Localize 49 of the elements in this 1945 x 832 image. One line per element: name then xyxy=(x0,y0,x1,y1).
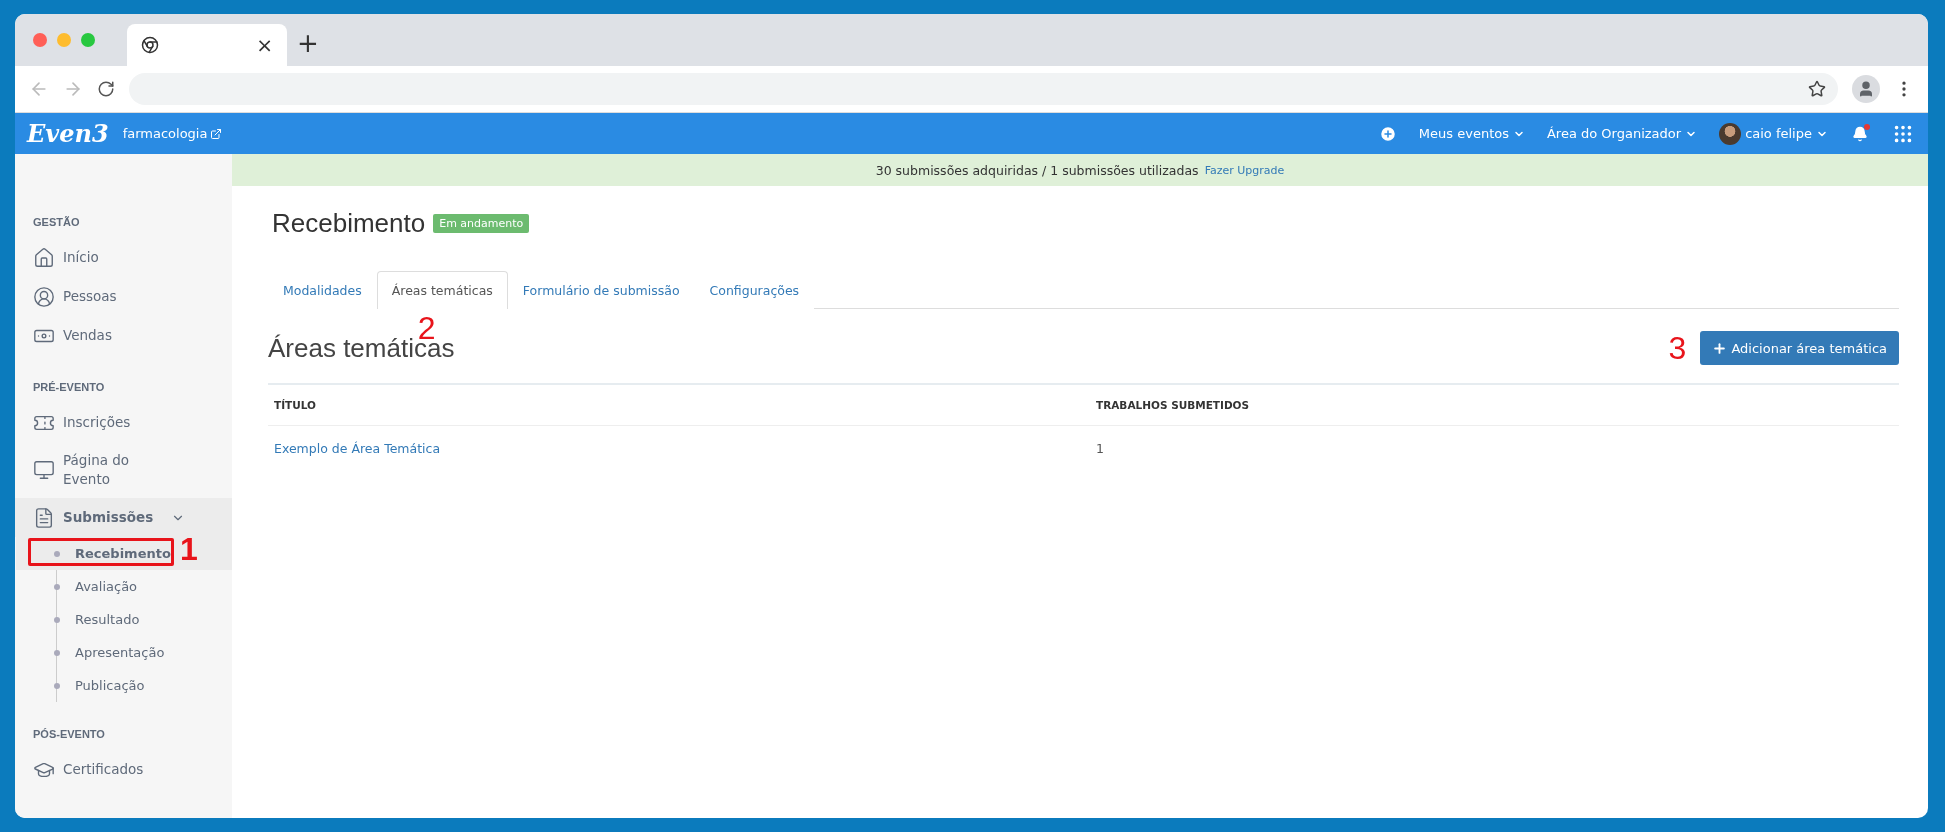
browser-logo-icon xyxy=(141,36,159,54)
user-menu[interactable]: caio felipe xyxy=(1719,122,1828,145)
sidebar-item[interactable]: Submissões xyxy=(15,498,232,538)
house-icon xyxy=(33,246,55,269)
add-icon[interactable] xyxy=(1378,124,1397,143)
upgrade-link[interactable]: Fazer Upgrade xyxy=(1204,163,1285,177)
monitor-icon xyxy=(33,459,55,482)
row-link[interactable]: Exemplo de Área Temática xyxy=(268,426,1090,471)
banner-text: 30 submissões adquiridas / 1 submissões utilizadas xyxy=(875,162,1199,178)
column-header: TRABALHOS SUBMETIDOS xyxy=(1090,385,1899,426)
avatar xyxy=(1719,122,1742,145)
sidebar-item[interactable]: Início xyxy=(15,238,232,277)
external-link-icon xyxy=(210,127,223,140)
nav-menu[interactable]: Área do Organizador xyxy=(1546,126,1698,141)
section-title: GESTÃO xyxy=(32,216,81,230)
document-icon xyxy=(33,506,55,529)
sidebar-subitem[interactable]: Apresentação xyxy=(16,636,232,670)
bell-icon[interactable] xyxy=(1852,125,1868,142)
user-circle-icon xyxy=(33,285,55,308)
section-title: PÓS-EVENTO xyxy=(32,728,106,743)
sidebar-item[interactable]: Certificados xyxy=(15,750,232,790)
add-button[interactable]: Adicionar área temática xyxy=(1700,331,1899,365)
sidebar-subitem[interactable]: Publicação xyxy=(16,669,232,703)
star-icon[interactable] xyxy=(1808,80,1826,98)
annotation-number: 3 xyxy=(1668,332,1687,364)
sidebar-item[interactable]: Pessoas xyxy=(15,277,232,316)
person-icon xyxy=(1857,80,1875,98)
reload-icon[interactable] xyxy=(97,80,115,98)
new-tab-button[interactable]: + xyxy=(297,30,319,56)
section-title: PRÉ-EVENTO xyxy=(32,381,106,395)
page-title: Recebimento xyxy=(272,208,426,239)
sidebar-item[interactable]: Página do Evento xyxy=(15,442,232,499)
sidebar-item[interactable]: Inscrições xyxy=(15,403,232,442)
event-link[interactable]: farmacologia xyxy=(122,126,223,141)
status-badge: Em andamento xyxy=(433,214,530,233)
nav-menu[interactable]: Meus eventos xyxy=(1418,126,1525,141)
close-window-icon[interactable] xyxy=(33,33,47,47)
sidebar-subitem[interactable]: Avaliação xyxy=(16,570,232,604)
sidebar-subitem[interactable]: Recebimento 1 xyxy=(16,537,232,571)
table-cell-text: 1 xyxy=(1095,440,1105,458)
close-tab-button[interactable]: × xyxy=(256,35,273,55)
sidebar-subitem[interactable]: Resultado xyxy=(16,603,232,637)
address-field[interactable] xyxy=(129,73,1838,105)
sidebar-item[interactable]: Vendas xyxy=(15,316,232,355)
logo[interactable]: Even3 xyxy=(27,119,109,148)
column-header: TÍTULO xyxy=(268,385,1090,426)
browser-tab[interactable]: × xyxy=(127,24,287,66)
profile-button[interactable] xyxy=(1852,75,1880,103)
plus-icon xyxy=(1712,340,1728,356)
